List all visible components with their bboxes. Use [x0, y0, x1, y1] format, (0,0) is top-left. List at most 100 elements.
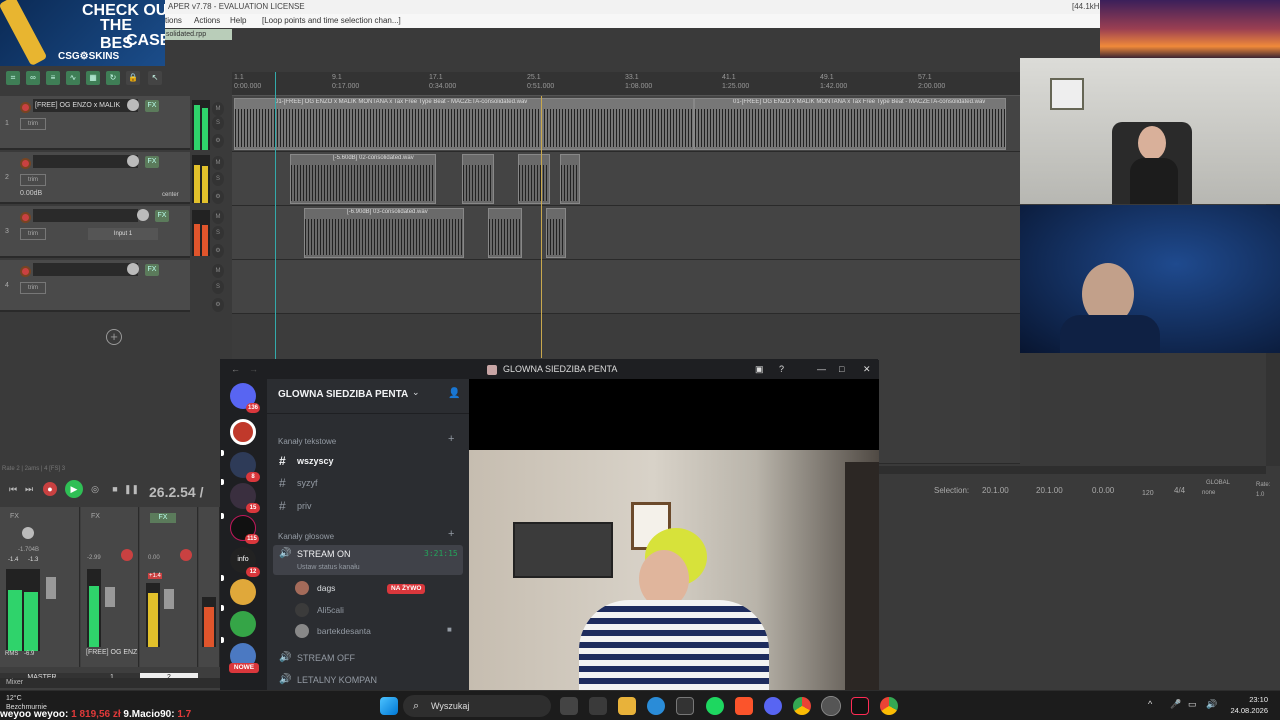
text-category[interactable]: Kanały tekstowe [278, 437, 336, 446]
taskbar-clock[interactable]: 23:10 24.08.2026 [1228, 694, 1268, 716]
spotify-icon[interactable] [706, 697, 724, 715]
track-4-lane[interactable] [232, 260, 1020, 314]
mute-button[interactable]: M [212, 102, 224, 116]
route-icon[interactable]: ⚙ [212, 134, 224, 148]
maximize-icon[interactable]: □ [839, 360, 844, 379]
strip-2-fader[interactable] [164, 589, 174, 609]
trim-button[interactable]: trim [20, 228, 46, 240]
voice-channel-stream-on[interactable]: 🔊 STREAM ON 3:21:15 Ustaw status kanału [273, 545, 463, 575]
cursor-icon[interactable]: ↖ [148, 71, 162, 85]
audio-item[interactable]: [-5.60dB] 02-consolidated.wav [290, 154, 436, 204]
server-icon-2[interactable]: 8 [230, 452, 260, 482]
add-track-icon[interactable]: + [106, 329, 122, 345]
fx-button[interactable]: FX [145, 100, 159, 112]
trim-button[interactable]: trim [20, 282, 46, 294]
audio-item[interactable] [546, 208, 566, 258]
audio-item[interactable]: [-6.90dB] 03-consolidated.wav [304, 208, 464, 258]
mixer-strip-1[interactable]: FX -2.99 [81, 507, 139, 667]
audio-item[interactable]: 01-[FREE] OG ENZO x MALIK MONTANA x Tax … [234, 98, 694, 150]
taskbar-search[interactable]: ⌕ Wyszukaj [403, 695, 551, 717]
track-2-lane[interactable]: [-5.60dB] 02-consolidated.wav [232, 152, 1020, 206]
forward-icon[interactable]: → [249, 360, 258, 379]
input-select[interactable]: Input 1 [88, 228, 158, 240]
voice-channel-letalny[interactable]: 🔊 LETALNY KOMPAN [273, 670, 463, 690]
fx-button[interactable]: FX [145, 156, 159, 168]
go-start-icon[interactable]: ⏮ [6, 482, 20, 496]
lock-icon[interactable]: 🔒 [126, 71, 140, 85]
trim-button[interactable]: trim [20, 174, 46, 186]
solo-button[interactable]: S [212, 280, 224, 294]
record-button[interactable]: ● [43, 482, 57, 496]
server-icon-apple[interactable] [230, 611, 256, 637]
back-icon[interactable]: ← [231, 360, 240, 379]
display-icon[interactable]: ▭ [1188, 699, 1197, 710]
record-arm-button[interactable] [20, 212, 31, 223]
solo-button[interactable]: S [212, 226, 224, 240]
grid-icon[interactable]: ⌗ [6, 71, 20, 85]
project-tab[interactable]: solidated.rpp [162, 29, 232, 40]
close-icon[interactable]: ✕ [863, 360, 871, 379]
fx-button[interactable]: FX [155, 210, 169, 222]
pause-button[interactable]: ❚❚ [124, 482, 139, 496]
mute-button[interactable]: M [212, 156, 224, 170]
master-volume-knob[interactable] [22, 527, 34, 539]
edge-icon[interactable] [647, 697, 665, 715]
start-icon[interactable] [380, 697, 398, 715]
route-icon[interactable]: ⚙ [212, 244, 224, 258]
track-4-panel[interactable]: 4 FX trim [0, 260, 190, 312]
bpm-value[interactable]: 120 [1142, 490, 1154, 497]
route-icon[interactable]: ⚙ [212, 298, 224, 312]
audio-item[interactable]: 01-[FREE] OG ENZO x MALIK MONTANA x Tax … [694, 98, 1006, 150]
play-button[interactable]: ▶ [65, 480, 83, 498]
track-2-panel[interactable]: 2 FX trim 0.00dB center [0, 152, 190, 204]
volume-knob[interactable] [127, 155, 139, 167]
menu-actions[interactable]: Actions [194, 14, 220, 28]
snap-icon[interactable]: ▦ [86, 71, 100, 85]
audio-item[interactable] [488, 208, 522, 258]
selection-start[interactable]: 20.1.00 [982, 486, 1009, 495]
server-icon-1[interactable] [230, 419, 256, 445]
master-fader[interactable] [46, 577, 56, 599]
server-icon-4[interactable]: 115 [230, 515, 259, 544]
volume-icon[interactable]: 🔊 [1206, 699, 1217, 710]
task-view-icon[interactable] [560, 697, 578, 715]
voice-channel-stream-off[interactable]: 🔊 STREAM OFF [273, 648, 463, 668]
channel-status[interactable]: Ustaw status kanału [297, 558, 360, 578]
help-icon[interactable]: ? [779, 360, 784, 379]
add-voice-channel-icon[interactable]: + [448, 528, 454, 540]
track-1-panel[interactable]: 1 [FREE] OG ENZO x MALIK FX trim [0, 96, 190, 150]
invite-icon[interactable]: 👤 [448, 388, 460, 399]
record-arm-button[interactable] [20, 102, 31, 113]
fx-button[interactable]: FX [145, 264, 159, 276]
track-name[interactable] [33, 263, 138, 276]
guild-name[interactable]: GLOWNA SIEDZIBA PENTA [278, 389, 408, 400]
mixer-tab[interactable]: Mixer [0, 678, 220, 688]
stream-video[interactable] [469, 379, 879, 691]
mixer-strip-2[interactable]: FX 0.00 +1.4 [140, 507, 198, 667]
voice-category[interactable]: Kanały głosowe [278, 532, 334, 541]
volume-knob[interactable] [127, 263, 139, 275]
envelope-icon[interactable]: ∿ [66, 71, 80, 85]
go-end-icon[interactable]: ⏭ [22, 482, 36, 496]
ripple-icon[interactable]: ≡ [46, 71, 60, 85]
menu-help[interactable]: Help [230, 14, 246, 28]
rate-value[interactable]: 1.0 [1256, 492, 1264, 498]
global-mode[interactable]: none [1202, 490, 1215, 496]
direct-messages-icon[interactable]: 136 [230, 383, 260, 413]
track-1-lane[interactable]: 01-[FREE] OG ENZO x MALIK MONTANA x Tax … [232, 96, 1020, 152]
stop-button[interactable]: ■ [108, 482, 122, 496]
solo-button[interactable]: S [212, 172, 224, 186]
volume-knob[interactable] [127, 99, 139, 111]
chrome-alt-icon[interactable] [880, 697, 898, 715]
selection-end[interactable]: 20.1.00 [1036, 486, 1063, 495]
chrome-icon[interactable] [793, 697, 811, 715]
route-icon[interactable]: ⚙ [212, 190, 224, 204]
record-arm-button[interactable] [20, 266, 31, 277]
tiktok-icon[interactable] [851, 697, 869, 715]
repeat-icon[interactable]: ↻ [106, 71, 120, 85]
record-arm-button[interactable] [20, 158, 31, 169]
audio-item[interactable] [518, 154, 550, 204]
audio-item[interactable] [462, 154, 494, 204]
terminal-icon[interactable] [676, 697, 694, 715]
record-arm-button[interactable] [121, 549, 133, 561]
